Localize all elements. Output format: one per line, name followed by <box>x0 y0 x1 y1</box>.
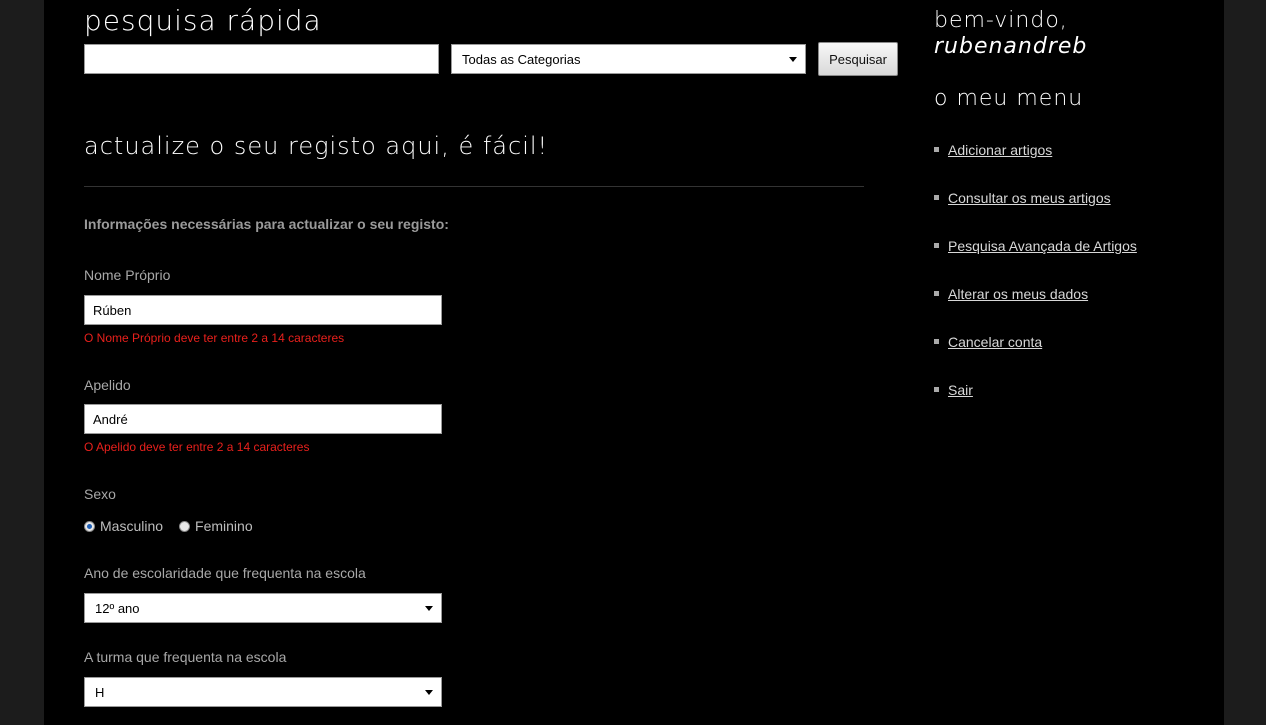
welcome-greeting: bem-vindo, rubenandreb <box>934 8 1087 60</box>
school-year-select[interactable]: 12º ano <box>84 593 442 623</box>
bullet-icon <box>934 339 939 344</box>
chevron-down-icon <box>425 606 433 611</box>
page-container: pesquisa rápida Todas as Categorias Pesq… <box>44 0 1224 725</box>
gender-option-label: Feminino <box>195 518 253 534</box>
bullet-icon <box>934 387 939 392</box>
divider <box>84 186 864 187</box>
chevron-down-icon <box>789 57 797 62</box>
last-name-field[interactable]: André <box>84 404 442 434</box>
first-name-label: Nome Próprio <box>84 267 171 283</box>
category-select-value: Todas as Categorias <box>462 51 581 67</box>
category-select[interactable]: Todas as Categorias <box>451 44 806 74</box>
menu-item-pesquisa-avancada: Pesquisa Avançada de Artigos <box>934 236 1137 284</box>
school-year-label: Ano de escolaridade que frequenta na esc… <box>84 565 366 581</box>
quick-search-title: pesquisa rápida <box>84 4 322 37</box>
info-text: Informações necessárias para actualizar … <box>84 216 449 232</box>
menu-link-sair[interactable]: Sair <box>948 380 973 400</box>
user-menu: Adicionar artigos Consultar os meus arti… <box>934 140 1137 428</box>
menu-item-adicionar-artigos: Adicionar artigos <box>934 140 1137 188</box>
menu-title: o meu menu <box>934 86 1084 111</box>
search-button[interactable]: Pesquisar <box>818 42 898 76</box>
menu-link-consultar-artigos[interactable]: Consultar os meus artigos <box>948 188 1111 208</box>
gender-label: Sexo <box>84 486 116 502</box>
section-title: actualize o seu registo aqui, é fácil! <box>84 132 549 160</box>
gender-option-feminino[interactable]: Feminino <box>179 518 253 534</box>
bullet-icon <box>934 147 939 152</box>
menu-item-sair: Sair <box>934 380 1137 428</box>
menu-item-alterar-dados: Alterar os meus dados <box>934 284 1137 332</box>
search-input[interactable] <box>84 44 439 74</box>
menu-item-consultar-artigos: Consultar os meus artigos <box>934 188 1137 236</box>
class-label: A turma que frequenta na escola <box>84 649 287 665</box>
gender-radio-group: Masculino Feminino <box>84 518 269 534</box>
school-year-value: 12º ano <box>95 600 140 616</box>
gender-option-label: Masculino <box>100 518 164 534</box>
chevron-down-icon <box>425 690 433 695</box>
greeting-text: bem-vindo, <box>934 8 1068 33</box>
first-name-field[interactable]: Rúben <box>84 295 442 325</box>
menu-link-pesquisa-avancada[interactable]: Pesquisa Avançada de Artigos <box>948 236 1137 256</box>
first-name-error: O Nome Próprio deve ter entre 2 a 14 car… <box>84 331 345 345</box>
radio-unselected-icon[interactable] <box>179 520 191 532</box>
radio-selected-icon[interactable] <box>84 520 95 532</box>
class-select[interactable]: H <box>84 677 442 707</box>
last-name-label: Apelido <box>84 377 131 393</box>
menu-link-alterar-dados[interactable]: Alterar os meus dados <box>948 284 1088 304</box>
bullet-icon <box>934 243 939 248</box>
first-name-value: Rúben <box>93 302 132 318</box>
bullet-icon <box>934 291 939 296</box>
menu-item-cancelar-conta: Cancelar conta <box>934 332 1137 380</box>
last-name-value: André <box>93 411 128 427</box>
menu-link-cancelar-conta[interactable]: Cancelar conta <box>948 332 1042 352</box>
class-value: H <box>95 684 105 700</box>
last-name-error: O Apelido deve ter entre 2 a 14 caracter… <box>84 440 310 454</box>
username: rubenandreb <box>934 34 1088 59</box>
bullet-icon <box>934 195 939 200</box>
gender-option-masculino[interactable]: Masculino <box>84 518 163 534</box>
menu-link-adicionar-artigos[interactable]: Adicionar artigos <box>948 140 1052 160</box>
